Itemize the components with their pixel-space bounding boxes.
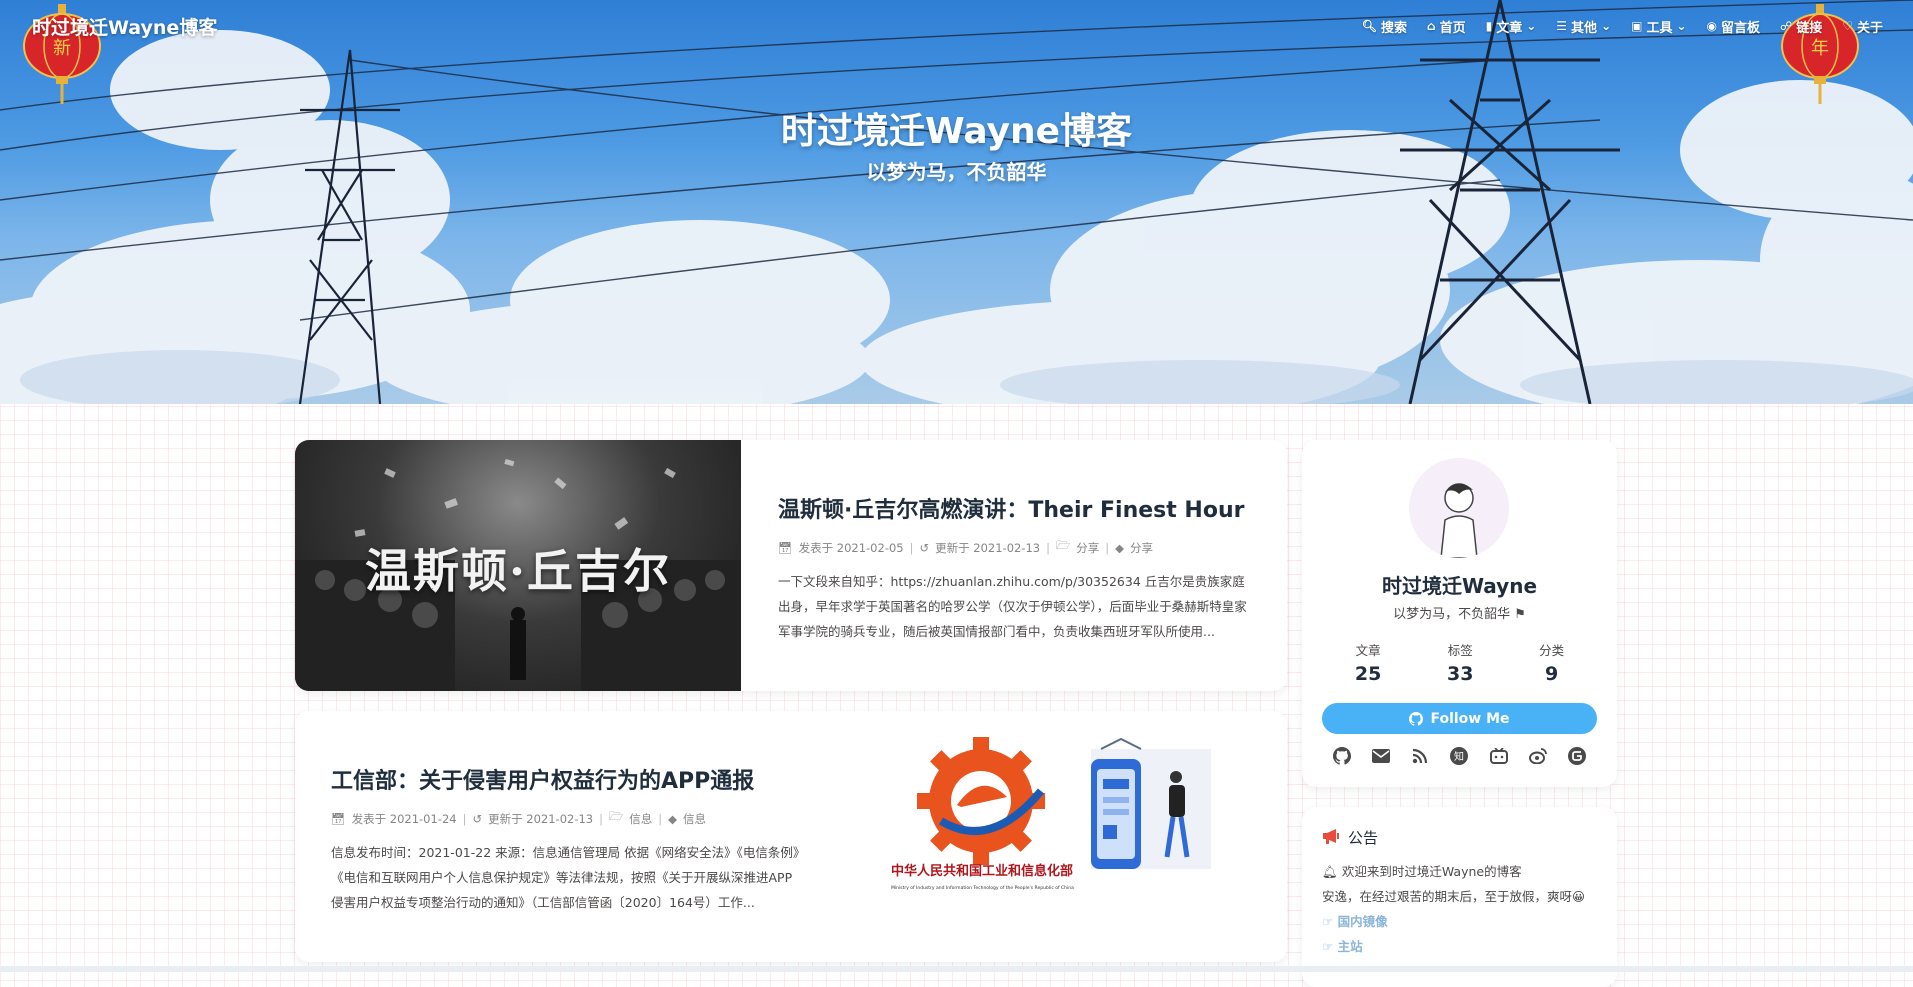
horizontal-scrollbar[interactable]	[0, 966, 1913, 972]
list-icon: ☰	[1556, 19, 1568, 33]
post-title-link[interactable]: 温斯顿·丘吉尔高燃演讲：Their Finest Hour	[778, 492, 1248, 524]
nav-item-guestbook[interactable]: ◉ 留言板	[1707, 17, 1761, 36]
nav-item-search[interactable]: 🔍︎ 搜索	[1362, 17, 1407, 36]
email-icon[interactable]	[1370, 745, 1392, 767]
bullhorn-icon	[1322, 828, 1340, 848]
avatar-image	[1440, 483, 1478, 558]
hero-banner: 新 年 时过境迁Wayne博客 🔍︎ 搜索 ⌂ 首页 ▮ 文章 ⌄ ☰ 其他 ⌄…	[0, 0, 1913, 404]
hand-pointer-icon: ☞	[1322, 939, 1334, 954]
announcement-card: 公告 🔔︎ 欢迎来到时过境迁Wayne的博客 安逸，在经过艰苦的期末后，至于放假…	[1302, 807, 1617, 987]
gitee-icon[interactable]	[1566, 745, 1588, 767]
author-description: 以梦为马，不负韶华 ⚑	[1393, 607, 1526, 622]
post-card: 温斯顿·丘吉尔 温斯顿·丘吉尔高燃演讲：Their Finest Hour 📅︎…	[295, 440, 1287, 691]
stat-articles[interactable]: 文章 25	[1355, 640, 1381, 685]
nav-item-tools[interactable]: ▣ 工具 ⌄	[1631, 17, 1686, 36]
stat-categories[interactable]: 分类 9	[1539, 640, 1564, 685]
social-links: 知	[1322, 745, 1597, 767]
post-title-link[interactable]: 工信部：关于侵害用户权益行为的APP通报	[331, 763, 801, 795]
announcement-heading: 公告	[1322, 827, 1378, 848]
rss-icon[interactable]	[1409, 745, 1431, 767]
flag-icon: ⚑	[1514, 607, 1526, 622]
search-icon: 🔍︎	[1361, 19, 1377, 33]
tag-link[interactable]: 分享	[1130, 540, 1153, 556]
tag-link[interactable]: 信息	[683, 811, 706, 827]
nav-menu: 🔍︎ 搜索 ⌂ 首页 ▮ 文章 ⌄ ☰ 其他 ⌄ ▣ 工具 ⌄ ◉ 留言板 ☍ …	[1362, 17, 1883, 36]
site-title: 时过境迁Wayne博客	[780, 111, 1133, 152]
nav-item-articles[interactable]: ▮ 文章 ⌄	[1486, 17, 1537, 36]
bell-icon: 🔔︎	[1322, 864, 1338, 879]
updated-date: 更新于 2021-02-13	[935, 540, 1041, 555]
post-card: 工信部：关于侵害用户权益行为的APP通报 📅︎ 发表于 2021-01-24 |…	[295, 711, 1287, 962]
bookmark-icon: ▮	[1485, 19, 1493, 33]
miit-logo-illustration: 中华人民共和国工业和信息化部 Ministry of Industry and …	[891, 737, 1211, 891]
post-cover-image[interactable]: 中华人民共和国工业和信息化部 Ministry of Industry and …	[891, 729, 1267, 944]
stat-tags[interactable]: 标签 33	[1447, 640, 1473, 685]
nav-item-links[interactable]: ☍ 链接	[1780, 17, 1822, 36]
heart-icon: ♡	[1842, 19, 1853, 33]
folder-icon: 🗁︎	[1056, 538, 1071, 552]
announcement-body: 🔔︎ 欢迎来到时过境迁Wayne的博客 安逸，在经过艰苦的期末后，至于放假，爽呀…	[1322, 859, 1607, 959]
published-date: 发表于 2021-01-24	[351, 811, 457, 826]
announcement-text: 安逸，在经过艰苦的期末后，至于放假，爽呀😀	[1322, 889, 1586, 904]
author-profile-card: 时过境迁Wayne 以梦为马，不负韶华 ⚑ 文章 25 标签 33 分类 9 F…	[1302, 440, 1617, 787]
tag-icon: ◆	[668, 811, 677, 826]
history-icon: ↺	[919, 540, 930, 555]
chevron-down-icon: ⌄	[1676, 19, 1687, 33]
site-subtitle: 以梦为马，不负韶华	[866, 160, 1047, 184]
post-excerpt: 信息发布时间：2021-01-22 来源：信息通信管理局 依据《网络安全法》《电…	[331, 845, 800, 910]
hand-pointer-icon: ☞	[1322, 914, 1334, 929]
link-domestic-mirror[interactable]: ☞ 国内镜像	[1322, 909, 1607, 934]
hero-background-illustration	[0, 0, 1913, 404]
follow-me-button[interactable]: Follow Me	[1322, 703, 1597, 734]
home-icon: ⌂	[1426, 19, 1436, 33]
cover-caption: 中华人民共和国工业和信息化部	[891, 863, 1073, 879]
comment-icon: ◉	[1706, 19, 1718, 33]
tag-icon: ◆	[1115, 540, 1124, 555]
top-navbar: 时过境迁Wayne博客 🔍︎ 搜索 ⌂ 首页 ▮ 文章 ⌄ ☰ 其他 ⌄ ▣ 工…	[0, 0, 1913, 52]
link-main-site[interactable]: ☞ 主站	[1322, 934, 1607, 959]
cover-caption-en: Ministry of Industry and Information Tec…	[891, 885, 1074, 891]
avatar[interactable]	[1409, 458, 1509, 558]
chevron-down-icon: ⌄	[1526, 19, 1537, 33]
gift-icon: ▣	[1631, 19, 1643, 33]
category-link[interactable]: 分享	[1076, 540, 1099, 556]
post-info: 工信部：关于侵害用户权益行为的APP通报 📅︎ 发表于 2021-01-24 |…	[331, 763, 801, 915]
history-icon: ↺	[472, 811, 483, 826]
github-icon	[1409, 711, 1424, 726]
calendar-icon: 📅︎	[331, 811, 346, 826]
category-link[interactable]: 信息	[629, 811, 652, 827]
post-cover-image[interactable]: 温斯顿·丘吉尔	[295, 440, 741, 691]
published-date: 发表于 2021-02-05	[798, 540, 904, 555]
svg-text:知: 知	[1454, 750, 1464, 763]
updated-date: 更新于 2021-02-13	[488, 811, 594, 826]
nav-item-home[interactable]: ⌂ 首页	[1427, 17, 1466, 36]
post-excerpt: 一下文段来自知乎：https://zhuanlan.zhihu.com/p/30…	[778, 574, 1247, 639]
link-icon: ☍	[1780, 19, 1793, 33]
post-meta: 📅︎ 发表于 2021-01-24 | ↺ 更新于 2021-02-13 | 🗁…	[331, 809, 801, 828]
post-info: 温斯顿·丘吉尔高燃演讲：Their Finest Hour 📅︎ 发表于 202…	[778, 492, 1248, 644]
nav-item-about[interactable]: ♡ 关于	[1842, 17, 1883, 36]
nav-item-other[interactable]: ☰ 其他 ⌄	[1556, 17, 1611, 36]
author-name: 时过境迁Wayne	[1381, 574, 1538, 598]
chevron-down-icon: ⌄	[1601, 19, 1612, 33]
site-brand-link[interactable]: 时过境迁Wayne博客	[30, 13, 217, 40]
site-stats: 文章 25 标签 33 分类 9	[1322, 640, 1597, 685]
bilibili-icon[interactable]	[1488, 745, 1510, 767]
post-meta: 📅︎ 发表于 2021-02-05 | ↺ 更新于 2021-02-13 | 🗁…	[778, 538, 1248, 557]
cover-title-text: 温斯顿·丘吉尔	[364, 544, 671, 598]
folder-icon: 🗁︎	[609, 809, 624, 823]
calendar-icon: 📅︎	[778, 540, 793, 555]
weibo-icon[interactable]	[1527, 745, 1549, 767]
github-icon[interactable]	[1331, 745, 1353, 767]
zhihu-icon[interactable]: 知	[1448, 745, 1470, 767]
